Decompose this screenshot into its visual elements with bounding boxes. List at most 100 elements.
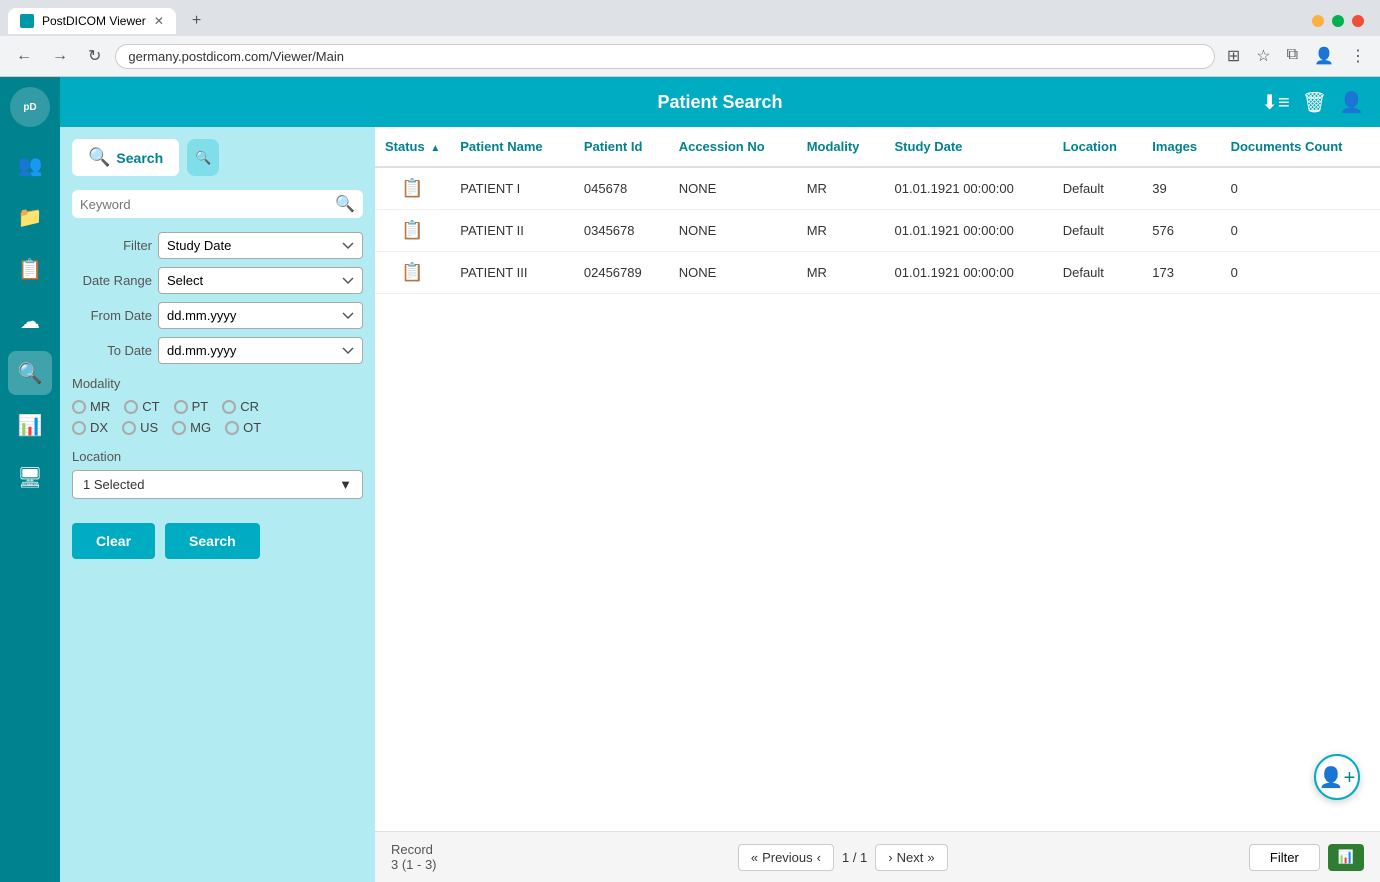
new-tab-button[interactable]: + — [184, 6, 209, 36]
to-date-select[interactable]: dd.mm.yyyy — [158, 337, 363, 364]
next-button[interactable]: › Next » — [875, 844, 947, 871]
advanced-search-tab[interactable]: 🔍 — [187, 139, 219, 176]
browser-tab[interactable]: PostDICOM Viewer ✕ — [8, 8, 176, 34]
search-tabs: 🔍 Search 🔍 — [72, 139, 363, 176]
address-bar[interactable]: germany.postdicom.com/Viewer/Main — [115, 44, 1214, 69]
row-status-icon: 📋 — [375, 167, 450, 210]
row-patient-id: 0345678 — [574, 210, 669, 252]
row-location: Default — [1053, 167, 1143, 210]
location-select[interactable]: 1 Selected ▼ — [72, 470, 363, 499]
add-patient-button[interactable]: 👤+ — [1314, 754, 1360, 800]
app-container: pD 👥 📁 📋 ☁ 🔍 📊 🖥 Patient Search ⬇≡ 🗑 👤 — [0, 77, 1380, 882]
previous-chevron-icon: « — [751, 850, 758, 865]
col-study-date[interactable]: Study Date — [885, 127, 1053, 167]
search-tab[interactable]: 🔍 Search — [72, 139, 179, 176]
modality-mg[interactable]: MG — [172, 420, 211, 435]
row-modality: MR — [797, 167, 885, 210]
footer-filter-button[interactable]: Filter — [1249, 844, 1320, 871]
sort-icon[interactable]: ⬇≡ — [1261, 90, 1289, 115]
sidebar-item-search[interactable]: 🔍 — [8, 351, 52, 395]
radio-dx[interactable] — [72, 421, 86, 435]
col-patient-id[interactable]: Patient Id — [574, 127, 669, 167]
col-accession-no[interactable]: Accession No — [669, 127, 797, 167]
modality-pt[interactable]: PT — [174, 399, 209, 414]
radio-mg[interactable] — [172, 421, 186, 435]
radio-us[interactable] — [122, 421, 136, 435]
tab-title: PostDICOM Viewer — [42, 14, 146, 28]
modality-ct[interactable]: CT — [124, 399, 159, 414]
search-button[interactable]: Search — [165, 523, 260, 559]
to-date-label: To Date — [72, 343, 152, 358]
maximize-button[interactable] — [1332, 15, 1344, 27]
row-modality: MR — [797, 210, 885, 252]
bookmark-icon[interactable]: ☆ — [1252, 42, 1274, 70]
sidebar-item-patients[interactable]: 👥 — [8, 143, 52, 187]
results-area: Status ▲ Patient Name Patient Id Accessi… — [375, 127, 1380, 882]
sidebar-item-folder[interactable]: 📁 — [8, 195, 52, 239]
table-row[interactable]: 📋 PATIENT I 045678 NONE MR 01.01.1921 00… — [375, 167, 1380, 210]
translate-icon[interactable]: ⊞ — [1223, 42, 1244, 70]
col-location[interactable]: Location — [1053, 127, 1143, 167]
to-date-row: To Date dd.mm.yyyy — [72, 337, 363, 364]
forward-button[interactable]: → — [46, 43, 74, 69]
excel-export-button[interactable]: 📊 — [1328, 844, 1364, 871]
radio-ot[interactable] — [225, 421, 239, 435]
minimize-button[interactable] — [1312, 15, 1324, 27]
col-patient-name[interactable]: Patient Name — [450, 127, 574, 167]
from-date-select[interactable]: dd.mm.yyyy — [158, 302, 363, 329]
table-body: 📋 PATIENT I 045678 NONE MR 01.01.1921 00… — [375, 167, 1380, 294]
menu-icon[interactable]: ⋮ — [1346, 42, 1370, 70]
sort-arrow-icon: ▲ — [430, 143, 440, 154]
radio-pt[interactable] — [174, 400, 188, 414]
modality-cr[interactable]: CR — [222, 399, 259, 414]
radio-ct[interactable] — [124, 400, 138, 414]
filter-section: Filter Study Date Patient Name Patient I… — [72, 232, 363, 364]
sidebar-item-layers[interactable]: 📋 — [8, 247, 52, 291]
modality-us[interactable]: US — [122, 420, 158, 435]
sidebar-item-upload[interactable]: ☁ — [8, 299, 52, 343]
row-location: Default — [1053, 210, 1143, 252]
tab-close-button[interactable]: ✕ — [154, 14, 164, 28]
record-value: 3 (1 - 3) — [391, 857, 437, 872]
keyword-input[interactable] — [80, 197, 335, 212]
previous-button[interactable]: « Previous ‹ — [738, 844, 834, 871]
table-row[interactable]: 📋 PATIENT II 0345678 NONE MR 01.01.1921 … — [375, 210, 1380, 252]
sidebar-item-analytics[interactable]: 📊 — [8, 403, 52, 447]
profile-icon[interactable]: 👤 — [1310, 42, 1338, 70]
user-icon[interactable]: 👤 — [1339, 90, 1364, 115]
table-row[interactable]: 📋 PATIENT III 02456789 NONE MR 01.01.192… — [375, 252, 1380, 294]
back-button[interactable]: ← — [10, 43, 38, 69]
table-header: Status ▲ Patient Name Patient Id Accessi… — [375, 127, 1380, 167]
modality-mr[interactable]: MR — [72, 399, 110, 414]
modality-ot[interactable]: OT — [225, 420, 261, 435]
col-documents-count[interactable]: Documents Count — [1221, 127, 1380, 167]
modality-title: Modality — [72, 376, 363, 391]
delete-icon[interactable]: 🗑 — [1302, 90, 1327, 115]
search-tab-icon: 🔍 — [88, 147, 110, 168]
row-images: 576 — [1142, 210, 1220, 252]
location-title: Location — [72, 449, 363, 464]
excel-icon: 📊 — [1338, 849, 1354, 864]
extensions-icon[interactable]: ⧉ — [1283, 42, 1302, 70]
row-status-icon: 📋 — [375, 210, 450, 252]
reload-button[interactable]: ↻ — [82, 42, 107, 70]
modality-dx[interactable]: DX — [72, 420, 108, 435]
modality-section: Modality MR CT PT — [72, 376, 363, 435]
action-buttons: Clear Search — [72, 515, 363, 567]
filter-select[interactable]: Study Date Patient Name Patient ID — [158, 232, 363, 259]
col-images[interactable]: Images — [1142, 127, 1220, 167]
row-location: Default — [1053, 252, 1143, 294]
date-range-select[interactable]: Select Today Last 7 Days Last 30 Days — [158, 267, 363, 294]
row-study-date: 01.01.1921 00:00:00 — [885, 210, 1053, 252]
clear-button[interactable]: Clear — [72, 523, 155, 559]
close-button[interactable] — [1352, 15, 1364, 27]
sidebar-item-monitor[interactable]: 🖥 — [8, 455, 52, 499]
results-footer: Record 3 (1 - 3) « Previous ‹ 1 / 1 › Ne… — [375, 831, 1380, 882]
row-images: 173 — [1142, 252, 1220, 294]
col-modality[interactable]: Modality — [797, 127, 885, 167]
previous-arrow-icon: ‹ — [817, 850, 821, 865]
keyword-search-button[interactable]: 🔍 — [335, 194, 355, 214]
radio-mr[interactable] — [72, 400, 86, 414]
radio-cr[interactable] — [222, 400, 236, 414]
results-table-container: Status ▲ Patient Name Patient Id Accessi… — [375, 127, 1380, 831]
